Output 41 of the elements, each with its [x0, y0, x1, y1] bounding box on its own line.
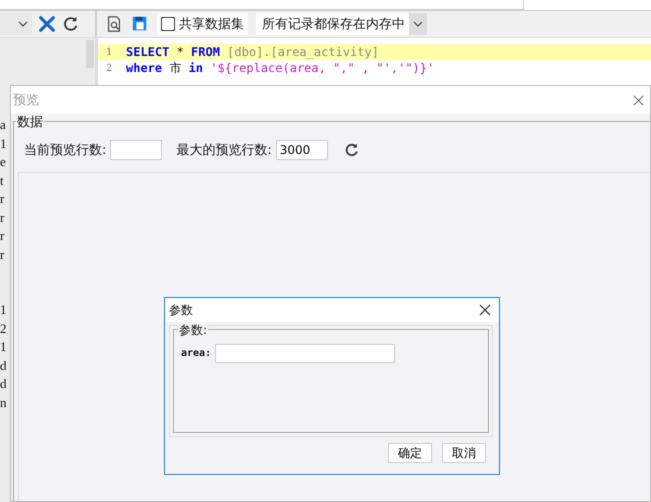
- text-fragment: 1: [0, 338, 8, 356]
- text-fragment: a: [0, 116, 7, 134]
- text-field[interactable]: [0, 0, 524, 10]
- code-line: SELECT * FROM [dbo].[area_activity]: [125, 45, 379, 59]
- text-fragment: r: [0, 227, 6, 245]
- text-fragment: r: [0, 190, 6, 208]
- text-fragment: 1: [0, 301, 8, 319]
- text-fragment: t: [0, 172, 5, 190]
- text-fragment: e: [0, 153, 7, 171]
- caret-icon: [413, 21, 423, 27]
- share-dataset-checkbox[interactable]: 共享数据集: [157, 13, 248, 35]
- storage-mode-dropdown[interactable]: 所有记录都保存在内存中: [256, 13, 427, 35]
- caret-icon: [18, 21, 28, 27]
- group-title: 参数:: [178, 322, 208, 339]
- line-number: 2: [105, 62, 113, 74]
- text-fragment: d: [0, 356, 8, 374]
- input-field[interactable]: [215, 344, 396, 363]
- window-title: 预览: [13, 92, 39, 109]
- text-fragment: r: [0, 246, 6, 264]
- refresh-icon[interactable]: [62, 15, 80, 33]
- input-field[interactable]: 3000: [276, 140, 328, 160]
- text-fragment: d: [0, 375, 8, 393]
- field-label: 最大的预览行数:: [176, 142, 272, 159]
- field-label: area:: [181, 348, 212, 359]
- dialog-button[interactable]: 确定: [388, 443, 432, 463]
- field-label: 当前预览行数:: [24, 142, 106, 159]
- input-field[interactable]: [110, 140, 162, 160]
- dialog-button[interactable]: 取消: [442, 443, 486, 463]
- text-fragment: 2: [0, 320, 8, 338]
- refresh-icon[interactable]: [344, 142, 360, 158]
- text-fragment: r: [0, 208, 6, 226]
- text-fragment: n: [0, 394, 8, 412]
- text-fragment: 1: [0, 134, 8, 152]
- save-icon[interactable]: [131, 15, 149, 33]
- line-number: 1: [105, 46, 113, 58]
- code-line: where 市 in '${replace(area, "," , "','")}': [125, 60, 434, 76]
- close-icon[interactable]: [479, 304, 491, 316]
- group-title: 数据: [16, 113, 44, 131]
- dialog-title: 参数: [169, 302, 193, 318]
- close-icon[interactable]: [633, 94, 644, 106]
- preview-icon[interactable]: [105, 15, 123, 33]
